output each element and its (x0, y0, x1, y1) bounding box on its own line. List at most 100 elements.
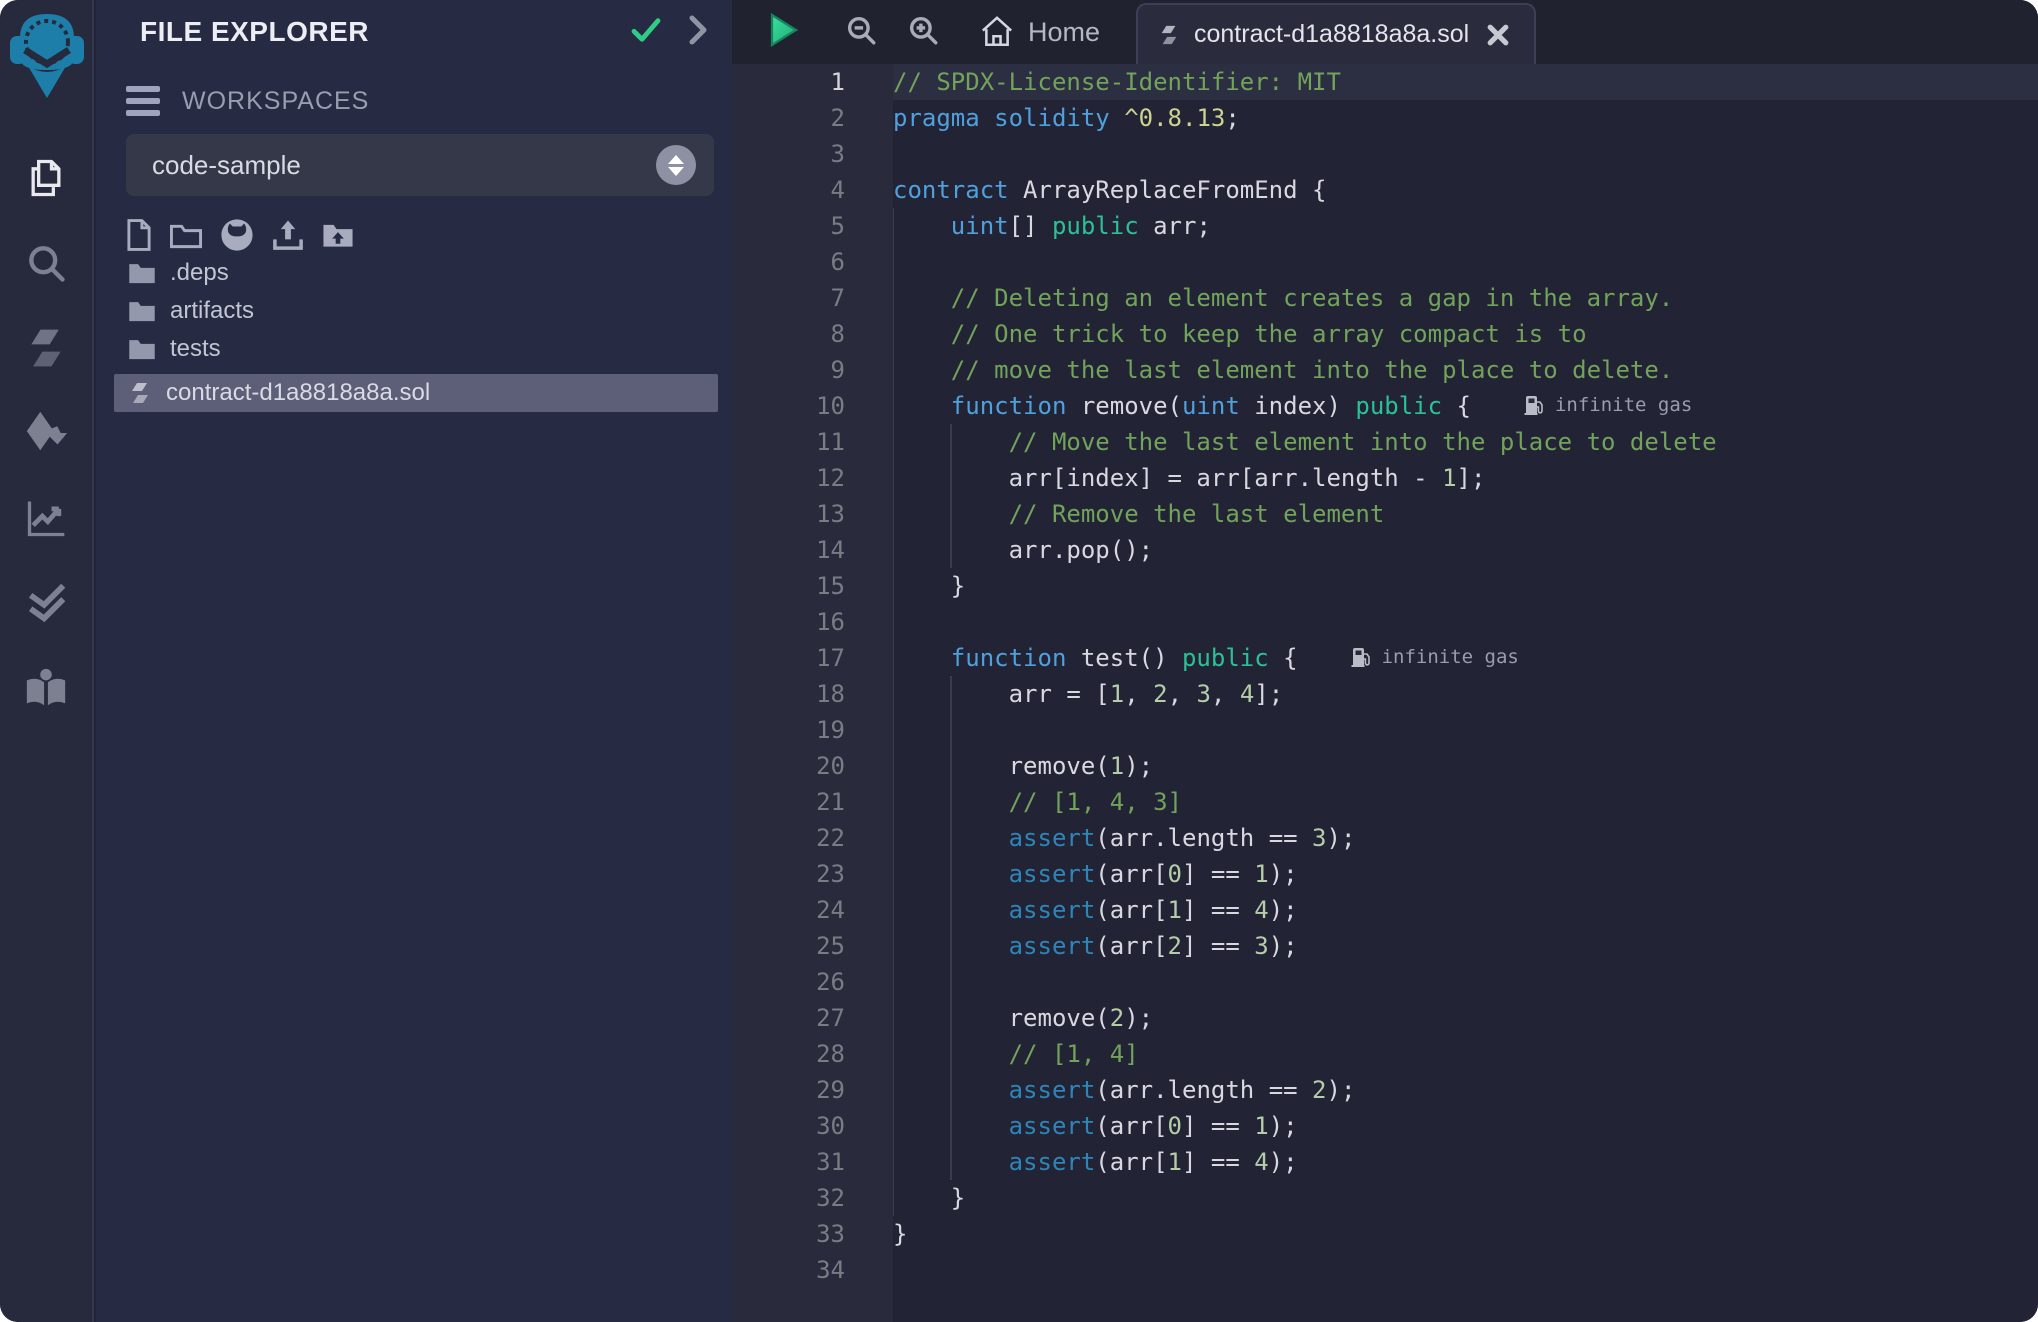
new-file-button[interactable] (126, 219, 152, 251)
solidity-compiler-icon (24, 326, 68, 370)
code-line[interactable] (893, 964, 2038, 1000)
code-line[interactable]: remove(2); (893, 1000, 2038, 1036)
code-line[interactable]: arr[index] = arr[arr.length - 1]; (893, 460, 2038, 496)
line-number: 34 (732, 1252, 893, 1288)
new-folder-button[interactable] (170, 221, 202, 249)
panel-title: FILE EXPLORER (140, 16, 630, 48)
code-line[interactable]: assert(arr[2] == 3); (893, 928, 2038, 964)
code-line[interactable] (893, 1252, 2038, 1288)
code-line[interactable]: // Deleting an element creates a gap in … (893, 280, 2038, 316)
line-number: 27 (732, 1000, 893, 1036)
line-number: 23 (732, 856, 893, 892)
close-icon (1485, 22, 1511, 48)
line-number: 31 (732, 1144, 893, 1180)
code-line[interactable]: // SPDX-License-Identifier: MIT (893, 64, 2038, 100)
line-number: 13 (732, 496, 893, 532)
run-script-button[interactable] (768, 12, 800, 53)
folder-row-artifacts[interactable]: artifacts (96, 292, 732, 330)
editor-tabbar: Home contract-d1a8818a8a.sol (732, 0, 2038, 64)
solidity-file-icon (128, 379, 152, 407)
gas-estimate-annotation: infinite gas (1523, 387, 1692, 423)
folder-icon (128, 261, 156, 285)
code-line[interactable]: // Remove the last element (893, 496, 2038, 532)
folder-label: tests (170, 335, 221, 363)
file-row-contract[interactable]: contract-d1a8818a8a.sol (114, 374, 718, 412)
workspaces-menu-button[interactable] (126, 86, 160, 116)
code-line[interactable] (893, 604, 2038, 640)
code-line[interactable]: } (893, 1216, 2038, 1252)
workspaces-row: WORKSPACES (126, 86, 732, 116)
line-number: 19 (732, 712, 893, 748)
code-line[interactable]: function remove(uint index) public {infi… (893, 388, 2038, 424)
tab-label: contract-d1a8818a8a.sol (1194, 20, 1469, 49)
code-lines[interactable]: // SPDX-License-Identifier: MITpragma so… (893, 64, 2038, 1322)
zoom-out-button[interactable] (844, 13, 878, 52)
line-number: 28 (732, 1036, 893, 1072)
play-icon (768, 12, 800, 48)
rail-file-explorer-button[interactable] (23, 155, 69, 201)
code-line[interactable] (893, 712, 2038, 748)
workspace-select[interactable]: code-sample (126, 134, 714, 196)
code-line[interactable]: remove(1); (893, 748, 2038, 784)
line-number: 30 (732, 1108, 893, 1144)
code-line[interactable]: assert(arr[1] == 4); (893, 892, 2038, 928)
zoom-in-button[interactable] (906, 13, 940, 52)
code-line[interactable]: uint[] public arr; (893, 208, 2038, 244)
double-check-icon (23, 580, 69, 626)
collapse-chevron-button[interactable] (688, 15, 708, 50)
workspace-stepper-icon[interactable] (656, 145, 696, 185)
tab-contract-file[interactable]: contract-d1a8818a8a.sol (1136, 3, 1536, 64)
rail-statistics-button[interactable] (23, 495, 69, 541)
remix-logo[interactable] (0, 0, 94, 112)
code-line[interactable]: contract ArrayReplaceFromEnd { (893, 172, 2038, 208)
code-line[interactable]: // Move the last element into the place … (893, 424, 2038, 460)
line-number: 10 (732, 388, 893, 424)
remix-ide-window: FILE EXPLORER WORKSPACES code-sample (0, 0, 2038, 1322)
indent-guide (950, 676, 952, 1180)
code-line[interactable]: // move the last element into the place … (893, 352, 2038, 388)
line-number: 12 (732, 460, 893, 496)
code-line[interactable]: arr = [1, 2, 3, 4]; (893, 676, 2038, 712)
tab-close-button[interactable] (1485, 22, 1511, 48)
rail-unit-testing-button[interactable] (23, 580, 69, 626)
folder-label: .deps (170, 259, 229, 287)
folder-row-deps[interactable]: .deps (96, 254, 732, 292)
upload-folder-button[interactable] (322, 221, 354, 249)
file-label: contract-d1a8818a8a.sol (166, 379, 430, 407)
github-button[interactable] (220, 218, 254, 252)
rail-learneth-button[interactable] (23, 665, 69, 711)
rail-search-button[interactable] (23, 240, 69, 286)
folder-row-tests[interactable]: tests (96, 330, 732, 368)
code-line[interactable]: pragma solidity ^0.8.13; (893, 100, 2038, 136)
rail-solidity-compiler-button[interactable] (23, 325, 69, 371)
line-number: 25 (732, 928, 893, 964)
code-line[interactable]: assert(arr.length == 3); (893, 820, 2038, 856)
code-line[interactable] (893, 244, 2038, 280)
code-line[interactable]: function test() public {infinite gas (893, 640, 2038, 676)
code-line[interactable]: assert(arr.length == 2); (893, 1072, 2038, 1108)
code-line[interactable]: } (893, 1180, 2038, 1216)
workspaces-label: WORKSPACES (182, 87, 369, 116)
code-line[interactable]: assert(arr[1] == 4); (893, 1144, 2038, 1180)
code-line[interactable]: // [1, 4, 3] (893, 784, 2038, 820)
code-line[interactable]: assert(arr[0] == 1); (893, 856, 2038, 892)
upload-file-button[interactable] (272, 219, 304, 251)
code-line[interactable] (893, 136, 2038, 172)
code-line[interactable]: assert(arr[0] == 1); (893, 1108, 2038, 1144)
folder-icon (128, 299, 156, 323)
screen: FILE EXPLORER WORKSPACES code-sample (0, 0, 2038, 1322)
folder-label: artifacts (170, 297, 254, 325)
accept-check-button[interactable] (630, 14, 662, 51)
rail-icon-list (0, 155, 92, 711)
code-line[interactable]: } (893, 568, 2038, 604)
indent-guide (950, 424, 952, 568)
tab-home[interactable]: Home (980, 16, 1100, 48)
code-line[interactable]: // One trick to keep the array compact i… (893, 316, 2038, 352)
line-number: 4 (732, 172, 893, 208)
code-line[interactable]: arr.pop(); (893, 532, 2038, 568)
code-line[interactable]: // [1, 4] (893, 1036, 2038, 1072)
upload-file-icon (272, 219, 304, 251)
line-number: 33 (732, 1216, 893, 1252)
rail-deploy-run-button[interactable] (23, 410, 69, 456)
line-number: 7 (732, 280, 893, 316)
